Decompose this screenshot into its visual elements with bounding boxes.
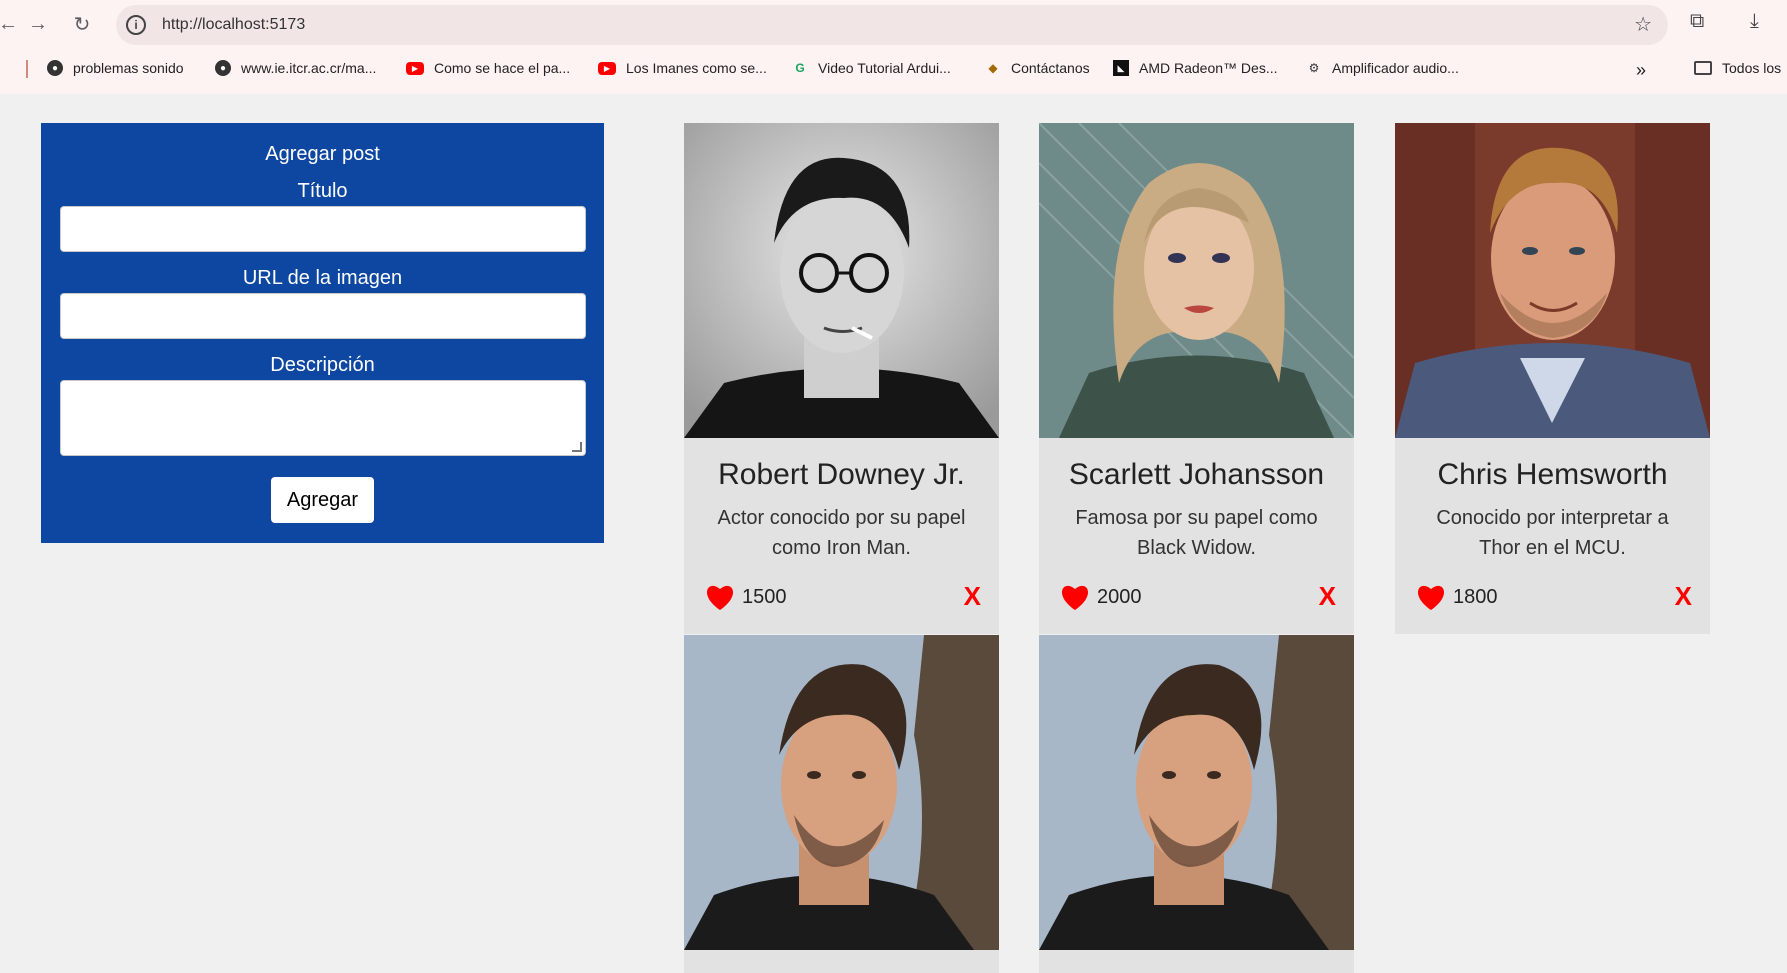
description-label: Descripción [270, 354, 375, 376]
post-title: Chris Hemsworth [1437, 458, 1668, 491]
post-description: Famosa por su papel como Black Widow. [1075, 507, 1318, 559]
address-bar[interactable]: i http://localhost:5173 ☆ [116, 5, 1668, 45]
post-image [684, 123, 999, 438]
browser-chrome: ← → ↻ i http://localhost:5173 ☆ ⧉ ⤓ ● pro… [0, 0, 1787, 94]
bookmark-item[interactable]: G Video Tutorial Ardui... [792, 60, 951, 76]
post-image [684, 635, 999, 950]
bookmark-item[interactable]: ▶ Los Imanes como se... [598, 60, 767, 76]
image-url-label: URL de la imagen [242, 267, 403, 289]
post-card: Scarlett Johansson Famosa por su papel c… [1039, 123, 1354, 634]
bookmark-item[interactable]: ● problemas sonido [47, 60, 184, 76]
post-image [1395, 123, 1710, 438]
title-label: Título [297, 180, 348, 202]
like-button[interactable]: 1500 [704, 583, 787, 611]
heart-icon[interactable] [1059, 583, 1091, 611]
post-card [1039, 635, 1354, 973]
back-icon[interactable]: ← [0, 10, 22, 38]
post-card: Chris Hemsworth Conocido por interpretar… [1395, 123, 1710, 634]
bookmark-label: www.ie.itcr.ac.cr/ma... [241, 60, 377, 76]
like-count: 2000 [1097, 585, 1142, 608]
bookmark-label: Contáctanos [1011, 60, 1090, 76]
delete-post-button[interactable]: X [1319, 581, 1336, 612]
download-icon[interactable]: ⤓ [1750, 10, 1759, 33]
like-button[interactable]: 1800 [1415, 583, 1498, 611]
bookmarks-bar: ● problemas sonido ● www.ie.itcr.ac.cr/ma.… [0, 56, 1787, 86]
folder-label: Todos los [1722, 60, 1782, 76]
bookmarks-overflow-button[interactable]: » [1636, 60, 1646, 81]
bookmark-label: Video Tutorial Ardui... [818, 60, 951, 76]
bookmark-label: problemas sonido [73, 60, 184, 76]
post-image [1039, 123, 1354, 438]
heart-icon[interactable] [1415, 583, 1447, 611]
add-post-button[interactable]: Agregar [271, 477, 374, 523]
site-info-icon[interactable]: i [126, 15, 146, 35]
forward-icon[interactable]: → [24, 10, 52, 38]
description-textarea[interactable] [60, 380, 586, 456]
post-card: Robert Downey Jr. Actor conocido por su … [684, 123, 999, 634]
like-count: 1500 [742, 585, 787, 608]
resize-handle-icon[interactable] [572, 442, 582, 452]
amplifier-icon: ⚙ [1308, 61, 1320, 75]
post-title: Robert Downey Jr. [718, 458, 965, 491]
site-icon: G [795, 61, 805, 75]
youtube-icon: ▶ [406, 61, 424, 75]
title-input[interactable] [60, 206, 586, 252]
post-image [1039, 635, 1354, 950]
add-post-form: Agregar post Título URL de la imagen Des… [41, 123, 604, 543]
like-count: 1800 [1453, 585, 1498, 608]
delete-post-button[interactable]: X [1675, 581, 1692, 612]
like-button[interactable]: 2000 [1059, 583, 1142, 611]
heart-icon[interactable] [704, 583, 736, 611]
bookmark-label: Amplificador audio... [1332, 60, 1459, 76]
browser-toolbar: ← → ↻ i http://localhost:5173 ☆ ⧉ ⤓ [0, 0, 1787, 48]
form-title: Agregar post [265, 143, 380, 165]
youtube-icon: ▶ [598, 61, 616, 75]
bookmark-label: Como se hace el pa... [434, 60, 571, 76]
delete-post-button[interactable]: X [964, 581, 981, 612]
image-url-input[interactable] [60, 293, 586, 339]
post-card [684, 635, 999, 973]
bookmark-label: Los Imanes como se... [626, 60, 767, 76]
post-description: Actor conocido por su papel como Iron Ma… [717, 507, 966, 559]
folder-icon [1694, 61, 1712, 75]
bookmark-label: AMD Radeon™ Des... [1139, 60, 1278, 76]
bookmark-item[interactable]: ⚙ Amplificador audio... [1306, 60, 1459, 76]
globe-icon: ● [215, 60, 231, 76]
post-title: Scarlett Johansson [1068, 458, 1325, 491]
bookmark-item[interactable]: ◣ AMD Radeon™ Des... [1113, 60, 1278, 76]
site-icon: ◆ [988, 61, 998, 75]
all-bookmarks-folder[interactable]: Todos los [1694, 60, 1781, 76]
reload-icon[interactable]: ↻ [68, 10, 96, 38]
bookmark-item[interactable]: ▶ Como se hace el pa... [406, 60, 570, 76]
extensions-icon[interactable]: ⧉ [1690, 10, 1704, 33]
bookmark-item[interactable]: ◆ Contáctanos [985, 60, 1090, 76]
post-description: Conocido por interpretar a Thor en el MC… [1436, 507, 1669, 559]
amd-icon: ◣ [1113, 60, 1129, 76]
bookmark-item[interactable]: ● www.ie.itcr.ac.cr/ma... [215, 60, 376, 76]
globe-icon: ● [47, 60, 63, 76]
bookmark-star-icon[interactable]: ☆ [1634, 12, 1652, 37]
address-url[interactable]: http://localhost:5173 [162, 16, 305, 34]
